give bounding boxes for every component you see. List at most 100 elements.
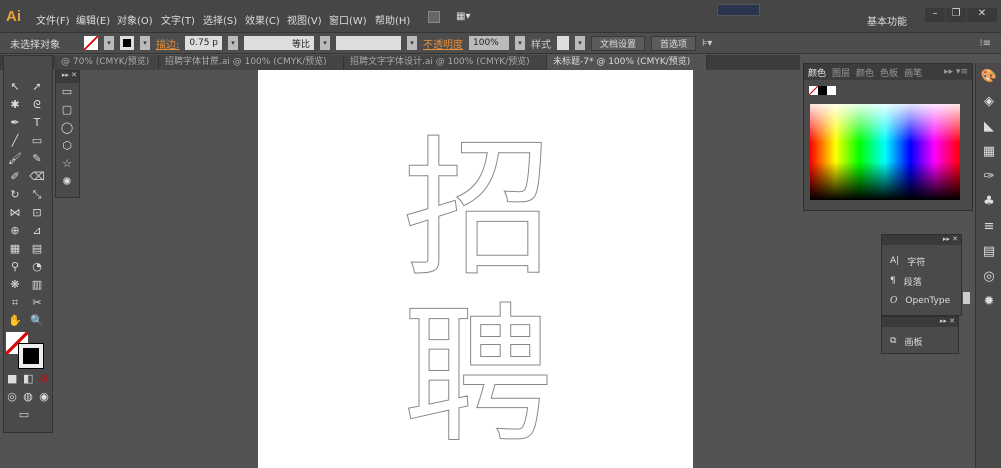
width-tool[interactable]: ⋈ bbox=[7, 205, 23, 221]
flare-tool[interactable]: ✺ bbox=[59, 174, 75, 190]
artboard-tool[interactable]: ⌗ bbox=[7, 295, 23, 311]
panel-tab-layers[interactable]: 图层 bbox=[832, 66, 850, 79]
character-item[interactable]: A| 字符 bbox=[882, 251, 961, 271]
layers-icon[interactable]: ◈ bbox=[978, 91, 1000, 113]
workspace-switcher[interactable]: 基本功能 bbox=[867, 13, 907, 28]
symbols-icon[interactable]: ♣ bbox=[978, 191, 1000, 213]
restore-button[interactable]: ❐ bbox=[946, 8, 966, 22]
mesh-tool[interactable]: ▦ bbox=[7, 241, 23, 257]
panel-menu-icon[interactable]: ⁝≡ bbox=[979, 38, 991, 49]
fill-dropdown[interactable]: ▾ bbox=[104, 36, 114, 50]
swatches-icon[interactable]: ▦ bbox=[978, 141, 1000, 163]
color-palette-icon[interactable]: 🎨 bbox=[978, 66, 1000, 88]
color-spectrum[interactable] bbox=[810, 104, 960, 200]
panel-menu-icon[interactable]: ▸▸ ▾≡ bbox=[944, 67, 968, 77]
color-guide-icon[interactable]: ◣ bbox=[978, 116, 1000, 138]
stroke-label[interactable]: 描边: bbox=[156, 36, 179, 51]
minimize-button[interactable]: – bbox=[925, 8, 945, 22]
menu-edit[interactable]: 编辑(E) bbox=[76, 12, 110, 27]
stroke-weight-input[interactable]: 0.75 p bbox=[185, 36, 222, 50]
none-mode-icon[interactable]: ⊘ bbox=[39, 371, 49, 387]
brush-dropdown[interactable]: ▾ bbox=[407, 36, 417, 50]
paintbrush-tool[interactable]: 🖌 bbox=[7, 151, 23, 167]
menu-type[interactable]: 文字(T) bbox=[161, 12, 195, 27]
close-button[interactable]: ✕ bbox=[967, 8, 997, 22]
appearance-icon[interactable]: ✹ bbox=[978, 291, 1000, 313]
stroke-color-swatch[interactable] bbox=[18, 343, 44, 369]
draw-inside-icon[interactable]: ◉ bbox=[39, 389, 49, 405]
pencil-tool[interactable]: ✎ bbox=[29, 151, 45, 167]
star-tool[interactable]: ☆ bbox=[59, 156, 75, 172]
eraser-tool[interactable]: ⌫ bbox=[29, 169, 45, 185]
stroke-weight-dropdown[interactable]: ▾ bbox=[228, 36, 238, 50]
panel-scrollbar[interactable] bbox=[963, 292, 970, 304]
style-dropdown[interactable]: ▾ bbox=[575, 36, 585, 50]
rectangle-shape-tool[interactable]: ▭ bbox=[59, 84, 75, 100]
search-field[interactable] bbox=[717, 4, 760, 16]
panel-tab-swatches[interactable]: 色板 bbox=[880, 66, 898, 79]
direct-selection-tool[interactable]: ➚ bbox=[29, 79, 45, 95]
none-swatch[interactable] bbox=[809, 86, 818, 95]
symbol-sprayer-tool[interactable]: ❋ bbox=[7, 277, 23, 293]
preferences-button[interactable]: 首选项 bbox=[651, 35, 697, 51]
transparency-icon[interactable]: ◎ bbox=[978, 266, 1000, 288]
pen-tool[interactable]: ✒ bbox=[7, 115, 23, 131]
black-swatch[interactable] bbox=[818, 86, 827, 95]
outlined-char-2[interactable]: 聘 bbox=[402, 302, 553, 453]
opacity-label[interactable]: 不透明度 bbox=[423, 36, 463, 51]
zoom-tool[interactable]: 🔍 bbox=[29, 313, 45, 329]
panel-header[interactable]: ▸▸ ✕ bbox=[882, 235, 961, 245]
artboards-item[interactable]: ⧉ 画板 bbox=[882, 331, 958, 351]
stroke-dropdown[interactable]: ▾ bbox=[140, 36, 150, 50]
line-tool[interactable]: ╱ bbox=[7, 133, 23, 149]
draw-mode-icon[interactable]: ◎ bbox=[7, 389, 17, 405]
white-swatch[interactable] bbox=[827, 86, 836, 95]
panel-tab-brushes[interactable]: 画笔 bbox=[904, 66, 922, 79]
opacity-dropdown[interactable]: ▾ bbox=[515, 36, 525, 50]
blend-tool[interactable]: ◔ bbox=[29, 259, 45, 275]
menu-file[interactable]: 文件(F) bbox=[36, 12, 70, 27]
stroke-swatch[interactable] bbox=[120, 36, 134, 50]
gradient-icon[interactable]: ▤ bbox=[978, 241, 1000, 263]
menu-select[interactable]: 选择(S) bbox=[203, 12, 237, 27]
hand-tool[interactable]: ✋ bbox=[7, 313, 23, 329]
menu-help[interactable]: 帮助(H) bbox=[375, 12, 410, 27]
stroke-icon[interactable]: ≡ bbox=[978, 216, 1000, 238]
tab-doc-active[interactable]: 未标题-7* @ 100% (CMYK/预览) bbox=[547, 55, 707, 70]
selection-tool[interactable]: ↖ bbox=[7, 79, 23, 95]
tab-doc-1[interactable]: @ 70% (CMYK/预览) bbox=[55, 55, 159, 70]
eyedropper-tool[interactable]: ⚲ bbox=[7, 259, 23, 275]
brushes-icon[interactable]: ✑ bbox=[978, 166, 1000, 188]
perspective-tool[interactable]: ⊿ bbox=[29, 223, 45, 239]
scale-tool[interactable]: ⤡ bbox=[29, 187, 45, 203]
artboard[interactable]: 招 聘 bbox=[258, 70, 693, 468]
ellipse-tool[interactable]: ◯ bbox=[59, 120, 75, 136]
outlined-char-1[interactable]: 招 bbox=[402, 135, 553, 286]
panel-tab-color[interactable]: 颜色 bbox=[808, 66, 826, 79]
color-mode-icon[interactable]: ■ bbox=[7, 371, 17, 387]
lasso-tool[interactable]: ᘓ bbox=[29, 97, 45, 113]
profile-dropdown[interactable]: ▾ bbox=[320, 36, 330, 50]
gradient-tool[interactable]: ▤ bbox=[29, 241, 45, 257]
shape-builder-tool[interactable]: ⊕ bbox=[7, 223, 23, 239]
tab-doc-3[interactable]: 招聘文字字体设计.ai @ 100% (CMYK/预览) bbox=[344, 55, 547, 70]
rectangle-tool[interactable]: ▭ bbox=[29, 133, 45, 149]
flyout-header[interactable]: ▸▸ ✕ bbox=[56, 71, 79, 83]
screen-mode-icon[interactable]: ▭ bbox=[16, 407, 32, 423]
rounded-rectangle-tool[interactable]: ▢ bbox=[59, 102, 75, 118]
document-setup-button[interactable]: 文档设置 bbox=[591, 35, 646, 51]
rotate-tool[interactable]: ↻ bbox=[7, 187, 23, 203]
style-swatch[interactable] bbox=[557, 36, 569, 50]
menu-view[interactable]: 视图(V) bbox=[287, 12, 322, 27]
opacity-input[interactable]: 100% bbox=[469, 36, 509, 50]
tab-doc-2[interactable]: 招聘字体甘蔗.ai @ 100% (CMYK/预览) bbox=[159, 55, 344, 70]
panel-header[interactable]: ▸▸ ✕ bbox=[882, 317, 958, 327]
brush-definition[interactable] bbox=[336, 36, 401, 50]
align-icon[interactable]: ⊧▾ bbox=[702, 38, 712, 49]
gradient-mode-icon[interactable]: ◧ bbox=[23, 371, 33, 387]
variable-width-profile[interactable]: 等比 bbox=[244, 36, 314, 50]
free-transform-tool[interactable]: ⊡ bbox=[29, 205, 45, 221]
type-tool[interactable]: T bbox=[29, 115, 45, 131]
graph-tool[interactable]: ▥ bbox=[29, 277, 45, 293]
blob-brush-tool[interactable]: ✐ bbox=[7, 169, 23, 185]
